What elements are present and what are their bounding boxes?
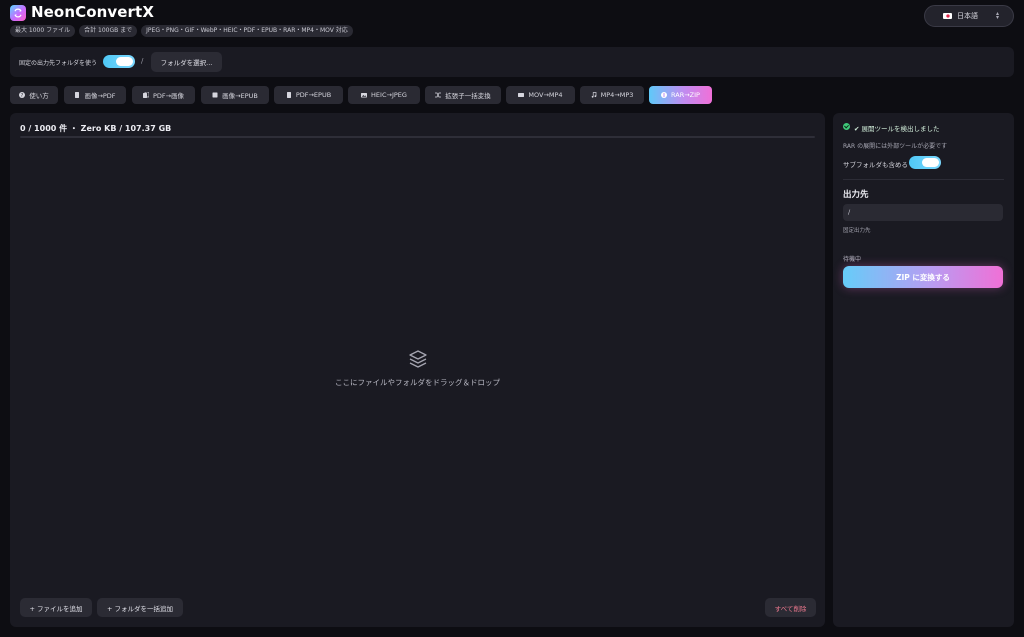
file-list-panel: 0 / 1000 件 ・ Zero KB / 107.37 GB ここにファイル… [10, 113, 825, 627]
tab-heic-to-jpeg[interactable]: HEIC→JPEG [348, 86, 420, 104]
status-text: 待機中 [843, 256, 862, 263]
tab-image-to-epub[interactable]: 画像→EPUB [201, 86, 269, 104]
tab-label: MOV→MP4 [528, 91, 563, 99]
document-icon [286, 92, 291, 98]
tab-rar-to-zip[interactable]: RAR→ZIP [649, 86, 712, 104]
tab-label: 拡張子一括変換 [445, 92, 491, 100]
subfolder-toggle[interactable] [909, 156, 941, 169]
check-circle-icon [843, 123, 850, 130]
music-icon [591, 92, 596, 98]
tab-extension-batch[interactable]: 拡張子一括変換 [425, 86, 501, 104]
subfolder-label: サブフォルダも含める [843, 161, 908, 169]
fixed-folder-toggle[interactable] [103, 55, 135, 68]
layers-icon [408, 349, 428, 373]
japan-flag-icon [943, 13, 952, 19]
language-label: 日本語 [957, 12, 978, 20]
tab-mp4-to-mp3[interactable]: MP4→MP3 [580, 86, 644, 104]
tab-pdf-to-epub[interactable]: PDF→EPUB [274, 86, 343, 104]
shuffle-icon [435, 92, 442, 98]
add-folder-button[interactable]: + フォルダを一括追加 [97, 598, 183, 617]
tab-label: 画像→PDF [84, 92, 116, 100]
file-count-summary: 0 / 1000 件 ・ Zero KB / 107.37 GB [20, 124, 172, 133]
output-heading: 出力先 [843, 190, 869, 200]
tab-label: HEIC→JPEG [371, 91, 407, 99]
divider [843, 179, 1004, 180]
question-icon: ? [19, 92, 26, 98]
output-path-field[interactable]: / [843, 204, 1003, 221]
choose-folder-button[interactable]: フォルダを選択... [151, 52, 222, 72]
copy-icon [142, 92, 149, 98]
tab-how-to[interactable]: ? 使い方 [10, 86, 58, 104]
badge-max-files: 最大 1000 ファイル [10, 25, 76, 37]
folder-path: / [141, 57, 144, 65]
book-icon [212, 92, 218, 98]
tab-label: 使い方 [29, 92, 49, 100]
tab-mov-to-mp4[interactable]: MOV→MP4 [506, 86, 575, 104]
tool-detected-status: ✔ 展開ツールを検出しました [854, 125, 940, 133]
drop-zone-hint: ここにファイルやフォルダをドラッグ＆ドロップ [335, 378, 500, 387]
image-icon [361, 93, 368, 98]
tool-requirement-note: RAR の展開には外部ツールが必要です [843, 143, 948, 150]
tab-label: PDF→画像 [152, 92, 185, 100]
app-logo-icon [10, 5, 26, 21]
output-folder-bar: 固定の出力先フォルダを使う / フォルダを選択... [10, 47, 1014, 77]
tab-image-to-pdf[interactable]: 画像→PDF [64, 86, 126, 104]
tab-label: RAR→ZIP [671, 91, 700, 99]
add-files-button[interactable]: + ファイルを追加 [20, 598, 92, 617]
capability-badges: 最大 1000 ファイル 合計 100GB まで JPEG・PNG・GIF・We… [10, 25, 353, 37]
video-icon [518, 93, 525, 97]
badge-formats: JPEG・PNG・GIF・WebP・HEIC・PDF・EPUB・RAR・MP4・… [141, 25, 353, 37]
document-icon [75, 92, 80, 98]
fixed-folder-label: 固定の出力先フォルダを使う [19, 60, 98, 67]
language-select[interactable]: 日本語 ▴ ▾ [924, 5, 1014, 27]
badge-total-size: 合計 100GB まで [79, 25, 138, 37]
tab-label: MP4→MP3 [600, 91, 634, 99]
tab-label: 画像→EPUB [222, 92, 258, 100]
delete-all-button[interactable]: すべて削除 [765, 598, 816, 617]
updown-chevron-icon: ▴ ▾ [995, 10, 999, 21]
tab-pdf-to-image[interactable]: PDF→画像 [132, 86, 195, 104]
toggle-knob [922, 158, 939, 167]
fixed-output-label: 固定出力先 [843, 228, 871, 234]
svg-text:?: ? [21, 93, 24, 98]
tab-label: PDF→EPUB [295, 91, 332, 99]
settings-panel: ✔ 展開ツールを検出しました RAR の展開には外部ツールが必要です サブフォル… [833, 113, 1014, 627]
progress-bar [20, 136, 815, 138]
app-header: NeonConvertX 最大 1000 ファイル 合計 100GB まで JP… [10, 3, 1014, 41]
archive-icon [661, 92, 668, 98]
convert-to-zip-button[interactable]: ZIP に変換する [843, 266, 1003, 288]
toggle-knob [116, 57, 133, 66]
app-title: NeonConvertX [31, 3, 154, 21]
